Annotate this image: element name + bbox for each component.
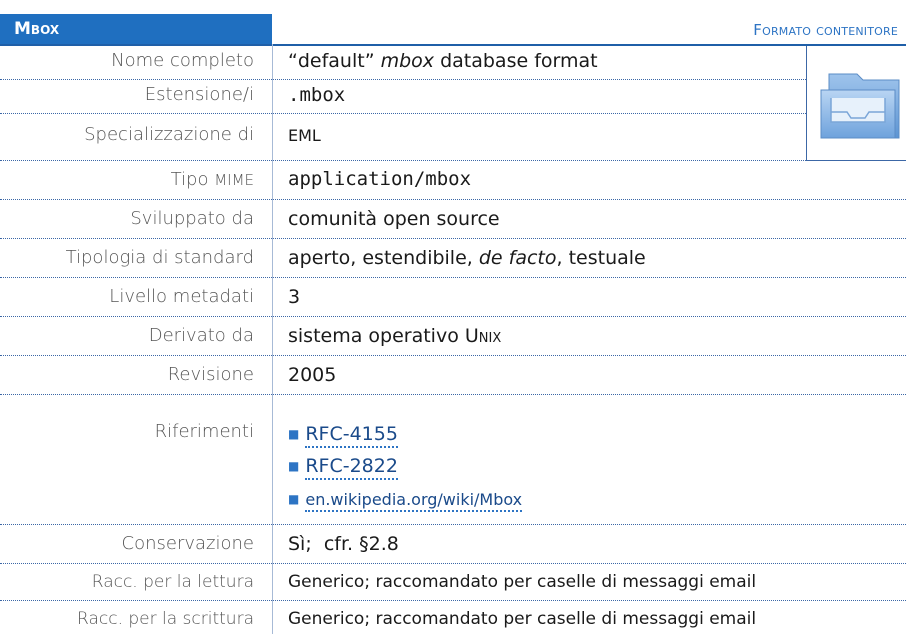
mailbox-folder-icon xyxy=(820,73,900,139)
row-specializzazione: Specializzazione di EML xyxy=(0,114,806,160)
value-derivato-da: sistema operativo Unix xyxy=(288,325,502,347)
reference-item: ■ RFC-2822 xyxy=(288,455,398,480)
label-tipologia-standard: Tipologia di standard xyxy=(65,247,254,268)
value-specializzazione: EML xyxy=(288,126,321,145)
row-estensione: Estensione/i .mbox xyxy=(0,80,806,114)
row-conservazione: Conservazione Sì; cfr. §2.8 xyxy=(0,525,906,564)
label-specializzazione: Specializzazione di xyxy=(84,124,254,145)
bullet-icon: ■ xyxy=(288,492,300,506)
reference-item: ■ RFC-4155 xyxy=(288,423,398,448)
reference-item: ■ en.wikipedia.org/wiki/Mbox xyxy=(288,490,523,512)
icon-box xyxy=(806,46,906,161)
label-riferimenti: Riferimenti xyxy=(154,421,254,442)
reference-link[interactable]: en.wikipedia.org/wiki/Mbox xyxy=(305,490,523,512)
format-card: Mbox Formato contenitore Nome completo “… xyxy=(0,0,906,634)
value-livello-metadati: 3 xyxy=(288,286,301,308)
row-sviluppato-da: Sviluppato da comunità open source xyxy=(0,200,906,239)
label-revisione: Revisione xyxy=(167,364,254,385)
row-nome-completo: Nome completo “default” mbox database fo… xyxy=(0,46,806,80)
format-category: Formato contenitore xyxy=(753,21,898,39)
card-header: Mbox Formato contenitore xyxy=(0,14,906,46)
row-racc-lettura: Racc. per la lettura Generico; raccomand… xyxy=(0,564,906,601)
row-riferimenti: Riferimenti ■ RFC-4155 ■ RFC-2822 ■ en.wiki… xyxy=(0,395,906,525)
bullet-icon: ■ xyxy=(288,459,300,473)
label-racc-scrittura: Racc. per la scrittura xyxy=(77,609,254,629)
value-conservazione: Sì; cfr. §2.8 xyxy=(288,533,399,555)
bullet-icon: ■ xyxy=(288,427,300,441)
format-title: Mbox xyxy=(0,14,272,44)
label-estensione: Estensione/i xyxy=(144,84,254,105)
reference-link[interactable]: RFC-2822 xyxy=(305,455,398,480)
row-revisione: Revisione 2005 xyxy=(0,356,906,395)
value-nome-completo: “default” mbox database format xyxy=(288,50,598,72)
label-nome-completo: Nome completo xyxy=(111,50,254,71)
value-estensione: .mbox xyxy=(288,84,346,106)
reference-link[interactable]: RFC-4155 xyxy=(305,423,398,448)
label-derivato-da: Derivato da xyxy=(148,325,254,346)
value-tipo-mime: application/mbox xyxy=(288,168,472,190)
label-sviluppato-da: Sviluppato da xyxy=(130,208,254,229)
row-tipo-mime: Tipo MIME application/mbox xyxy=(0,161,906,200)
label-racc-lettura: Racc. per la lettura xyxy=(91,572,254,592)
row-racc-scrittura: Racc. per la scrittura Generico; raccoma… xyxy=(0,601,906,634)
label-tipo-mime: Tipo MIME xyxy=(170,169,254,190)
row-derivato-da: Derivato da sistema operativo Unix xyxy=(0,317,906,356)
row-livello-metadati: Livello metadati 3 xyxy=(0,278,906,317)
label-livello-metadati: Livello metadati xyxy=(109,286,254,307)
value-racc-lettura: Generico; raccomandato per caselle di me… xyxy=(288,572,757,592)
value-sviluppato-da: comunità open source xyxy=(288,208,500,230)
row-tipologia-standard: Tipologia di standard aperto, estendibil… xyxy=(0,239,906,278)
value-revisione: 2005 xyxy=(288,364,337,386)
value-racc-scrittura: Generico; raccomandato per caselle di me… xyxy=(288,609,757,629)
value-tipologia-standard: aperto, estendibile, de facto, testuale xyxy=(288,247,646,269)
label-conservazione: Conservazione xyxy=(121,533,254,554)
